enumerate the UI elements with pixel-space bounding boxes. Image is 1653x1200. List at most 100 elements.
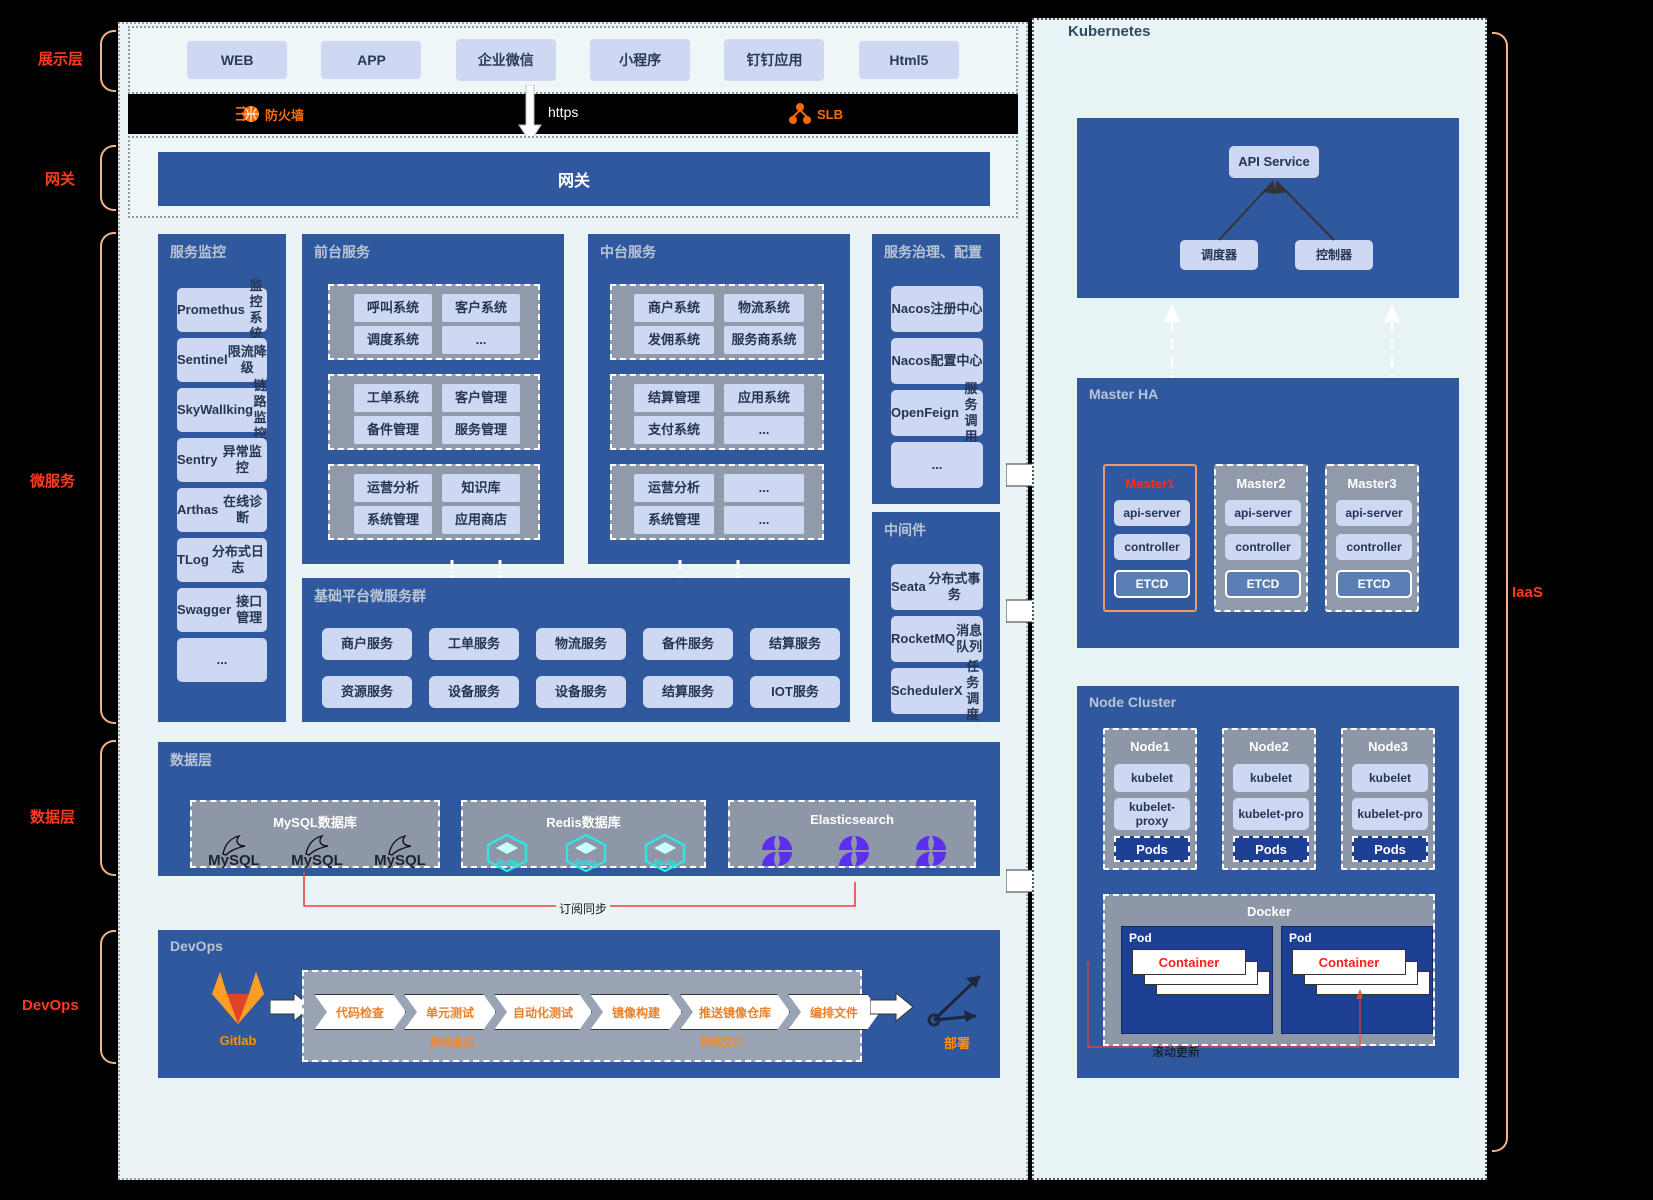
middle-item-logistics-system[interactable]: 物流系统 [724,294,804,322]
front-item-knowledge-base[interactable]: 知识库 [442,474,520,502]
node2-kubelet-proxy[interactable]: kubelet-pro [1233,798,1309,830]
governance-item-openfeign[interactable]: OpenFeign 服务调用 [891,381,983,444]
front-item-service-mgmt[interactable]: 服务管理 [442,416,520,444]
middle-item-commission-system[interactable]: 发佣系统 [634,326,714,354]
node-1[interactable]: Node1 kubelet kubelet-proxy Pods [1103,728,1197,870]
monitor-item-more[interactable]: ... [177,638,267,682]
middle-item-application-system[interactable]: 应用系统 [724,384,804,412]
front-item-ticket-system[interactable]: 工单系统 [354,384,432,412]
platform-service-device-2[interactable]: 设备服务 [536,676,626,708]
pipeline-stage-code-check[interactable]: 代码检查 [314,994,406,1030]
front-item-customer-mgmt[interactable]: 客户管理 [442,384,520,412]
middleware-item-rocketmq[interactable]: RocketMQ 消息队列 [891,616,983,662]
middleware-item-schedulerx[interactable]: SchedulerX 任务调度 [891,659,983,722]
node2-kubelet[interactable]: kubelet [1233,764,1309,792]
master1-api-server[interactable]: api-server [1114,500,1190,526]
platform-service-ticket[interactable]: 工单服务 [429,628,519,660]
es-node-1[interactable] [755,832,799,872]
front-item-sys-mgmt[interactable]: 系统管理 [354,506,432,534]
redis-node-1[interactable]: Redis [483,832,531,872]
es-node-2[interactable] [832,832,876,872]
middle-item-sys-mgmt[interactable]: 系统管理 [634,506,714,534]
master1-etcd[interactable]: ETCD [1114,570,1190,598]
middle-item-payment-system[interactable]: 支付系统 [634,416,714,444]
governance-item-nacos-config[interactable]: Nacos 配置中心 [891,338,983,384]
channel-wecom[interactable]: 企业微信 [455,39,556,81]
node3-kubelet[interactable]: kubelet [1352,764,1428,792]
middle-item-settlement-mgmt[interactable]: 结算管理 [634,384,714,412]
platform-service-iot[interactable]: IOT服务 [750,676,840,708]
master2-etcd[interactable]: ETCD [1225,570,1301,598]
node-3[interactable]: Node3 kubelet kubelet-pro Pods [1341,728,1435,870]
node1-kubelet-proxy[interactable]: kubelet-proxy [1114,798,1190,830]
controller-box[interactable]: 控制器 [1295,240,1373,270]
middle-item-ops-analysis[interactable]: 运营分析 [634,474,714,502]
deploy-block[interactable]: 部署 [914,972,1000,1052]
master-node-3[interactable]: Master3 api-server controller ETCD [1325,464,1419,612]
master2-api-server[interactable]: api-server [1225,500,1301,526]
monitor-item-swagger[interactable]: Swagger 接口管理 [177,588,267,632]
channel-dingtalk[interactable]: 钉钉应用 [724,39,825,81]
node1-kubelet[interactable]: kubelet [1114,764,1190,792]
governance-item-more[interactable]: ... [891,442,983,488]
gateway-bar[interactable]: 网关 [158,152,990,206]
middle-item-merchant-system[interactable]: 商户系统 [634,294,714,322]
pipeline-stage-unit-test[interactable]: 单元测试 [404,994,496,1030]
es-node-3[interactable] [909,832,953,872]
node-2[interactable]: Node2 kubelet kubelet-pro Pods [1222,728,1316,870]
front-item-ops-analysis[interactable]: 运营分析 [354,474,432,502]
channel-miniprogram[interactable]: 小程序 [590,39,691,81]
redis-node-2[interactable]: Redis [562,832,610,872]
front-item-customer-system[interactable]: 客户系统 [442,294,520,322]
front-item-more-1[interactable]: ... [442,326,520,354]
node2-pods[interactable]: Pods [1233,836,1309,862]
node3-pods[interactable]: Pods [1352,836,1428,862]
front-item-call-system[interactable]: 呼叫系统 [354,294,432,322]
master-node-1[interactable]: Master1 api-server controller ETCD [1103,464,1197,612]
master-node-2[interactable]: Master2 api-server controller ETCD [1214,464,1308,612]
middle-item-more-2[interactable]: ... [724,474,804,502]
platform-service-merchant[interactable]: 商户服务 [322,628,412,660]
middle-item-more-1[interactable]: ... [724,416,804,444]
pipeline-stage-image-build[interactable]: 镜像构建 [590,994,682,1030]
platform-service-device-1[interactable]: 设备服务 [429,676,519,708]
governance-item-nacos-registry[interactable]: Nacos 注册中心 [891,286,983,332]
channel-web[interactable]: WEB [187,41,288,79]
master2-controller[interactable]: controller [1225,534,1301,560]
monitor-item-tlog[interactable]: TLog 分布式日志 [177,538,267,582]
platform-service-resource[interactable]: 资源服务 [322,676,412,708]
monitor-item-promethus[interactable]: Promethus 监控系统 [177,278,267,341]
platform-service-logistics[interactable]: 物流服务 [536,628,626,660]
platform-service-settlement[interactable]: 结算服务 [750,628,840,660]
master1-controller[interactable]: controller [1114,534,1190,560]
pipeline-stage-auto-test[interactable]: 自动化测试 [494,994,592,1030]
platform-service-spareparts[interactable]: 备件服务 [643,628,733,660]
master3-controller[interactable]: controller [1336,534,1412,560]
middle-item-more-3[interactable]: ... [724,506,804,534]
middleware-item-seata[interactable]: Seata 分布式事务 [891,564,983,610]
platform-service-settlement-2[interactable]: 结算服务 [643,676,733,708]
channel-app[interactable]: APP [321,41,422,79]
front-item-spare-parts[interactable]: 备件管理 [354,416,432,444]
node1-pods[interactable]: Pods [1114,836,1190,862]
channel-html5[interactable]: Html5 [858,41,959,79]
gitlab-label: Gitlab [219,1033,257,1048]
front-item-app-store[interactable]: 应用商店 [442,506,520,534]
master3-api-server[interactable]: api-server [1336,500,1412,526]
mysql-node-3[interactable]: MySQL [370,834,430,869]
scheduler-box[interactable]: 调度器 [1180,240,1258,270]
master2-name: Master2 [1236,476,1286,491]
monitor-item-skywalking[interactable]: SkyWallking 链路监控 [177,378,267,441]
mysql-node-2[interactable]: MySQL [287,834,347,869]
mysql-node-1[interactable]: MySQL [204,834,264,869]
monitor-item-sentinel[interactable]: Sentinel 限流降级 [177,338,267,382]
pipeline-stage-push-registry[interactable]: 推送镜像仓库 [680,994,790,1030]
redis-node-3[interactable]: Redis [641,832,689,872]
pipeline-stage-orchestration-file[interactable]: 编排文件 [788,994,880,1030]
front-item-dispatch-system[interactable]: 调度系统 [354,326,432,354]
node3-kubelet-proxy[interactable]: kubelet-pro [1352,798,1428,830]
master3-etcd[interactable]: ETCD [1336,570,1412,598]
monitor-item-arthas[interactable]: Arthas 在线诊断 [177,488,267,532]
middle-item-provider-system[interactable]: 服务商系统 [724,326,804,354]
monitor-item-sentry[interactable]: Sentry 异常监控 [177,438,267,482]
